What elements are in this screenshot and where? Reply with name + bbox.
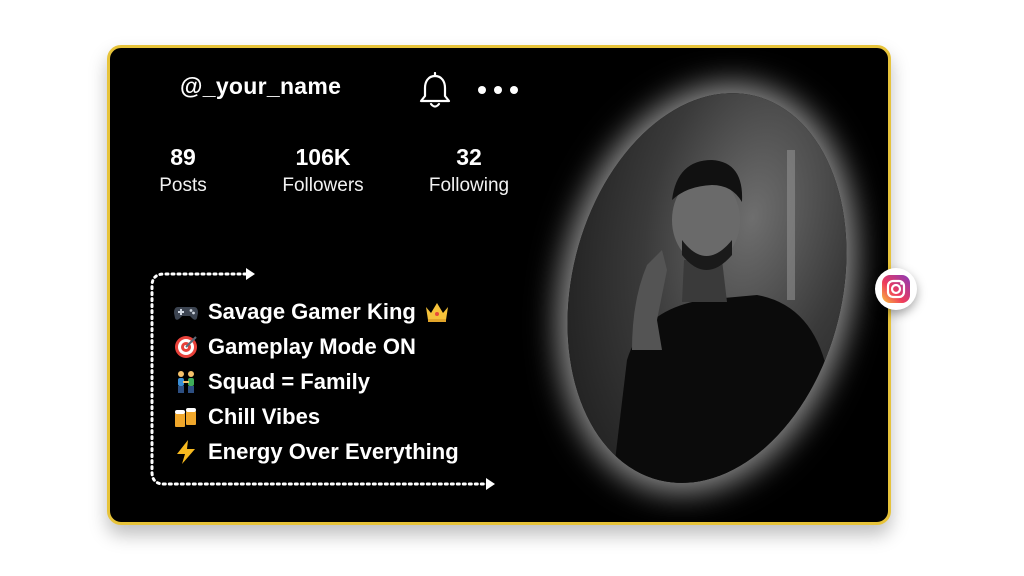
stat-value: 106K (295, 144, 351, 170)
profile-card: @_your_name 89 Posts 106K Followers 32 F… (107, 45, 891, 525)
stat-label: Followers (282, 175, 364, 196)
target-icon (175, 335, 197, 358)
crown-icon (425, 302, 448, 322)
beer-mugs-icon (175, 407, 196, 427)
stat-value: 32 (456, 144, 482, 170)
bio-line: Chill Vibes (173, 399, 459, 434)
bio-text: Savage Gamer King (208, 299, 416, 324)
instagram-icon[interactable] (875, 268, 917, 310)
bio-list: Savage Gamer King Gameplay Mode ON Squad… (173, 294, 459, 469)
bio-line: Energy Over Everything (173, 434, 459, 469)
bio-line: Gameplay Mode ON (173, 329, 459, 364)
bio-text: Squad = Family (208, 369, 370, 394)
stat-value: 89 (170, 144, 196, 170)
stat-label: Following (428, 175, 510, 196)
more-options-icon[interactable] (476, 83, 520, 97)
people-holding-hands-icon (178, 370, 194, 393)
username[interactable]: @_your_name (180, 73, 341, 100)
bio-text: Energy Over Everything (208, 439, 459, 464)
game-controller-icon (174, 306, 198, 320)
stat-posts[interactable]: 89 Posts (123, 143, 243, 201)
bio-line: Savage Gamer King (173, 294, 459, 329)
bio-line: Squad = Family (173, 364, 459, 399)
stat-label: Posts (159, 175, 207, 196)
lightning-icon (177, 439, 195, 464)
bell-icon[interactable] (418, 72, 452, 110)
instagram-logo (882, 275, 910, 303)
bio-text: Gameplay Mode ON (208, 334, 416, 359)
stat-followers[interactable]: 106K Followers (263, 143, 383, 201)
bio-text: Chill Vibes (208, 404, 321, 429)
profile-photo-illustration (612, 150, 837, 486)
profile-photo[interactable] (528, 63, 886, 513)
stat-following[interactable]: 32 Following (409, 143, 529, 201)
